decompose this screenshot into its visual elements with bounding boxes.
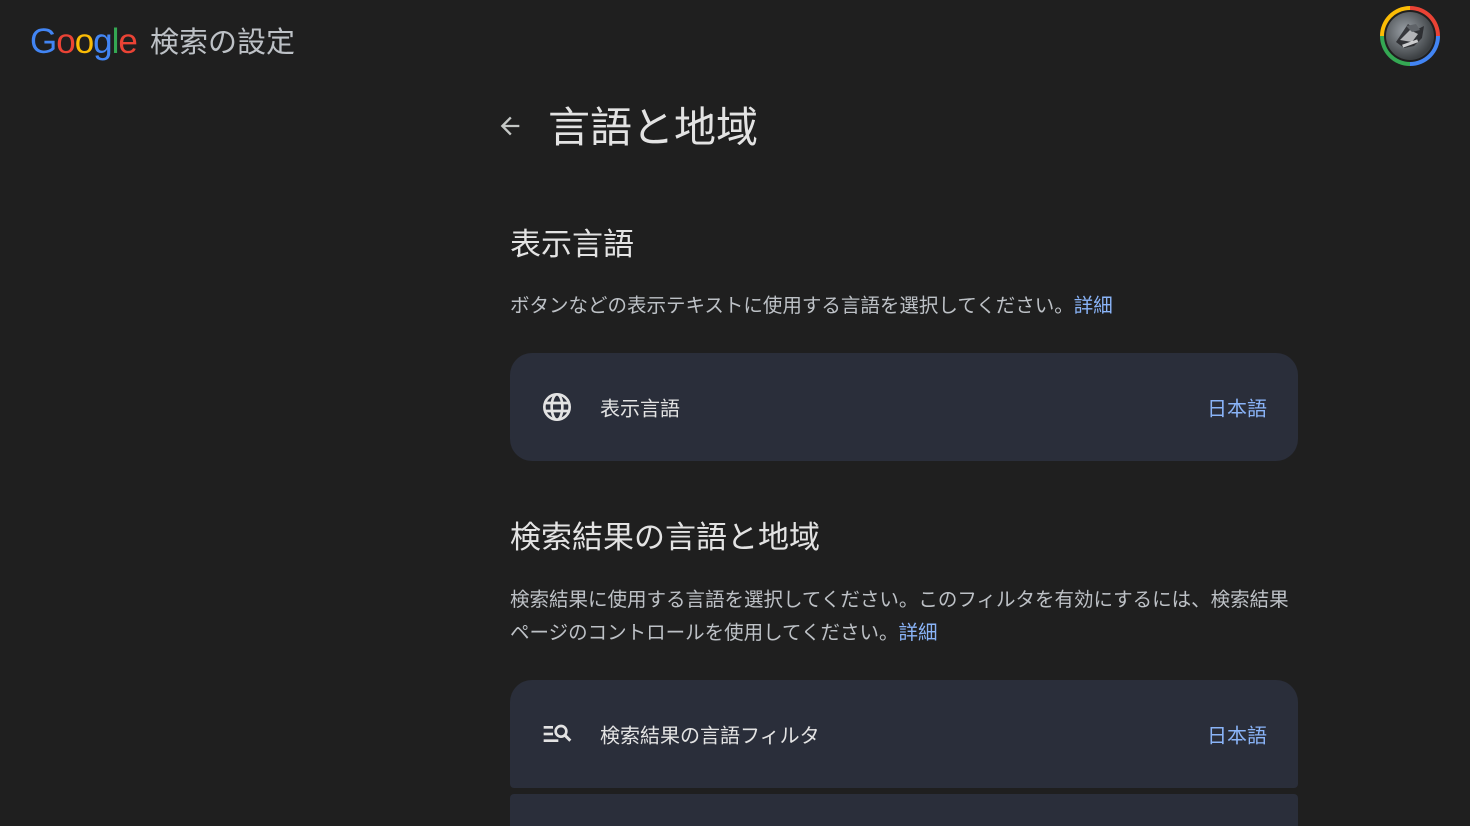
search-results-language-card[interactable]: 検索結果の言語フィルタ 日本語 xyxy=(510,680,1298,788)
avatar-image xyxy=(1386,12,1434,60)
search-filter-icon-svg xyxy=(543,724,572,742)
avatar xyxy=(1384,10,1436,62)
logo-letter: l xyxy=(111,22,120,61)
search-region-card[interactable] xyxy=(510,794,1298,826)
globe-icon-svg xyxy=(543,393,571,421)
account-avatar-button[interactable] xyxy=(1380,6,1440,66)
display-language-description: ボタンなどの表示テキストに使用する言語を選択してください。詳細 xyxy=(510,289,1300,322)
globe-icon xyxy=(540,390,574,424)
logo-letter: o xyxy=(74,22,94,61)
google-logo[interactable]: Google xyxy=(30,20,138,64)
logo-letter: e xyxy=(118,22,137,61)
logo-letter: g xyxy=(93,22,112,61)
display-language-label: 表示言語 xyxy=(600,396,680,421)
search-results-language-value: 日本語 xyxy=(1207,723,1267,748)
search-results-description: 検索結果に使用する言語を選択してください。このフィルタを有効にするには、検索結果… xyxy=(510,583,1300,649)
description-text: ボタンなどの表示テキストに使用する言語を選択してください。 xyxy=(510,294,1074,317)
learn-more-link[interactable]: 詳細 xyxy=(1074,294,1113,317)
logo-letter: G xyxy=(30,22,57,61)
search-filter-icon xyxy=(540,717,574,751)
learn-more-link[interactable]: 詳細 xyxy=(898,621,937,644)
settings-page: Google 検索の設定 言語と地域 表示言語 ボタンなどの表示テキストに使用す… xyxy=(0,0,1470,826)
header-title: 検索の設定 xyxy=(150,25,296,59)
top-header: Google 検索の設定 xyxy=(0,0,1470,84)
logo-letter: o xyxy=(56,22,75,61)
display-language-card[interactable]: 表示言語 日本語 xyxy=(510,353,1298,461)
display-language-value: 日本語 xyxy=(1207,396,1267,421)
display-language-heading: 表示言語 xyxy=(510,227,634,263)
avatar-graphic xyxy=(1396,24,1424,48)
page-title: 言語と地域 xyxy=(548,103,759,152)
arrow-back-icon xyxy=(500,116,520,136)
search-results-heading: 検索結果の言語と地域 xyxy=(510,520,820,556)
search-results-language-label: 検索結果の言語フィルタ xyxy=(600,723,820,748)
back-button[interactable] xyxy=(488,104,532,148)
